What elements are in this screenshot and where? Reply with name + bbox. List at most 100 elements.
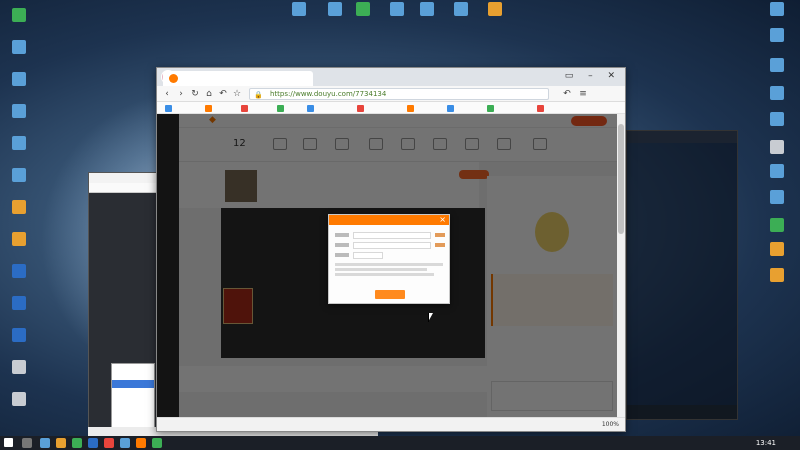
folder-icon bbox=[12, 232, 26, 246]
desktop-icon[interactable] bbox=[760, 164, 794, 179]
vertical-scrollbar[interactable] bbox=[617, 114, 625, 417]
desktop-icon[interactable] bbox=[2, 328, 36, 343]
folder-icon bbox=[770, 268, 784, 282]
dialog-header: × bbox=[329, 215, 449, 225]
bookmark-icon[interactable] bbox=[487, 105, 494, 112]
desktop-icon[interactable] bbox=[478, 2, 512, 17]
close-icon[interactable]: × bbox=[439, 215, 446, 225]
dialog-row bbox=[335, 252, 445, 259]
desktop-icon[interactable] bbox=[760, 28, 794, 43]
browser-status-bar: 100% bbox=[157, 417, 625, 431]
scene-item-selected[interactable] bbox=[112, 380, 154, 388]
taskbar-app-icon[interactable] bbox=[56, 438, 66, 448]
app-icon bbox=[12, 8, 26, 22]
undo-close-icon[interactable]: ↶ bbox=[217, 88, 229, 100]
dialog-row bbox=[335, 232, 445, 239]
desktop-icon[interactable] bbox=[2, 168, 36, 183]
app-icon bbox=[770, 218, 784, 232]
line-select[interactable] bbox=[353, 252, 383, 259]
address-bar[interactable]: 🔒 https://www.douyu.com/7734134 bbox=[249, 88, 549, 100]
desktop-icon[interactable] bbox=[2, 296, 36, 311]
obs-title-bar bbox=[89, 173, 157, 183]
taskbar-app-icon[interactable] bbox=[152, 438, 162, 448]
taskbar-app-icon[interactable] bbox=[120, 438, 130, 448]
taskbar-app-icon[interactable] bbox=[88, 438, 98, 448]
desktop-icon[interactable] bbox=[2, 360, 36, 375]
desktop-icon[interactable] bbox=[2, 40, 36, 55]
desktop-icon[interactable] bbox=[410, 2, 444, 17]
desktop-icon[interactable] bbox=[2, 72, 36, 87]
word-doc-icon bbox=[12, 328, 26, 342]
browser-tab-active[interactable] bbox=[163, 71, 313, 86]
bookmark-icon[interactable] bbox=[277, 105, 284, 112]
desktop-icon[interactable] bbox=[760, 2, 794, 17]
copy-link[interactable] bbox=[435, 243, 445, 247]
right-media-window[interactable] bbox=[626, 130, 738, 420]
back-icon[interactable]: ‹ bbox=[161, 88, 173, 100]
confirm-button[interactable] bbox=[375, 290, 405, 299]
obs-window[interactable] bbox=[88, 172, 158, 437]
desktop-icon[interactable] bbox=[760, 242, 794, 257]
obs-scene-list[interactable] bbox=[111, 363, 155, 433]
windows-taskbar: 13:41 bbox=[0, 436, 800, 450]
desktop-icon[interactable] bbox=[346, 2, 380, 17]
desktop-icon[interactable] bbox=[760, 268, 794, 283]
browser-tab-bar: ▭ – ✕ bbox=[157, 68, 625, 86]
taskbar-app-icon[interactable] bbox=[104, 438, 114, 448]
desktop-icon[interactable] bbox=[760, 218, 794, 233]
desktop-icon[interactable] bbox=[760, 190, 794, 205]
desktop-icon[interactable] bbox=[2, 392, 36, 407]
rtmp-address-field[interactable] bbox=[353, 232, 431, 239]
browser-window[interactable]: ▭ – ✕ ‹ › ↻ ⌂ ↶ ☆ 🔒 https://www.douyu.co… bbox=[156, 67, 626, 432]
desktop-icon[interactable] bbox=[2, 200, 36, 215]
stream-key-field[interactable] bbox=[353, 242, 431, 249]
desktop-icon[interactable] bbox=[2, 8, 36, 23]
undo-icon[interactable]: ↶ bbox=[561, 88, 573, 100]
menu-icon[interactable]: ≡ bbox=[577, 88, 589, 100]
desktop-icon[interactable] bbox=[760, 86, 794, 101]
search-icon[interactable] bbox=[22, 438, 32, 448]
desktop-icon[interactable] bbox=[760, 112, 794, 127]
bookmark-icon[interactable] bbox=[165, 105, 172, 112]
app-icon bbox=[292, 2, 306, 16]
desktop-icon[interactable] bbox=[380, 2, 414, 17]
home-icon[interactable]: ⌂ bbox=[203, 88, 215, 100]
scrollbar-thumb[interactable] bbox=[618, 124, 624, 234]
forward-icon[interactable]: › bbox=[175, 88, 187, 100]
douyu-favicon-icon bbox=[169, 74, 178, 83]
app-icon bbox=[488, 2, 502, 16]
scene-item[interactable] bbox=[112, 364, 154, 372]
file-icon bbox=[12, 392, 26, 406]
desktop-icon[interactable] bbox=[760, 58, 794, 73]
taskbar-app-icon[interactable] bbox=[136, 438, 146, 448]
star-icon[interactable]: ☆ bbox=[231, 88, 243, 100]
taskbar-app-icon[interactable] bbox=[72, 438, 82, 448]
bookmark-icon[interactable] bbox=[205, 105, 212, 112]
copy-link[interactable] bbox=[435, 233, 445, 237]
app-icon bbox=[770, 190, 784, 204]
bookmark-icon[interactable] bbox=[307, 105, 314, 112]
desktop-icon[interactable] bbox=[282, 2, 316, 17]
dialog-row bbox=[335, 242, 445, 249]
bookmark-icon[interactable] bbox=[241, 105, 248, 112]
zoom-level[interactable]: 100% bbox=[602, 421, 619, 428]
desktop-icon[interactable] bbox=[2, 232, 36, 247]
window-controls[interactable]: ▭ – ✕ bbox=[565, 71, 621, 81]
taskbar-clock[interactable]: 13:41 bbox=[756, 437, 776, 449]
taskbar-app-icon[interactable] bbox=[40, 438, 50, 448]
word-doc-icon bbox=[12, 264, 26, 278]
desktop-icon[interactable] bbox=[2, 264, 36, 279]
field-label bbox=[335, 243, 349, 247]
desktop-icon[interactable] bbox=[2, 136, 36, 151]
start-icon[interactable] bbox=[4, 438, 13, 447]
bookmark-icon[interactable] bbox=[357, 105, 364, 112]
desktop-icon[interactable] bbox=[760, 140, 794, 155]
bookmark-icon[interactable] bbox=[537, 105, 544, 112]
bookmark-icon[interactable] bbox=[407, 105, 414, 112]
scene-item[interactable] bbox=[112, 372, 154, 380]
refresh-icon[interactable]: ↻ bbox=[189, 88, 201, 100]
right-window-controls[interactable] bbox=[627, 405, 737, 419]
desktop-icon[interactable] bbox=[2, 104, 36, 119]
desktop-icon[interactable] bbox=[444, 2, 478, 17]
bookmark-icon[interactable] bbox=[447, 105, 454, 112]
